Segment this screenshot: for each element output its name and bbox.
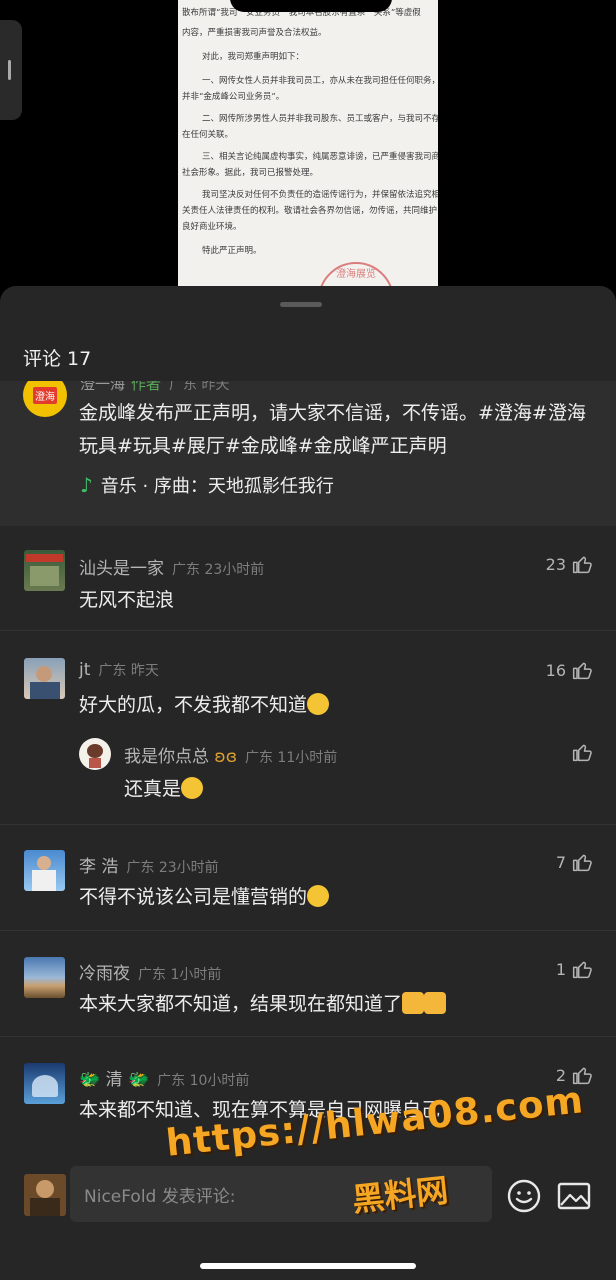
avatar[interactable]: [24, 658, 65, 699]
comment-author[interactable]: 冷雨夜 广东 1小时前: [79, 959, 221, 984]
camera-notch: [230, 0, 392, 12]
divider: [0, 930, 616, 931]
comments-title: 评论 17: [23, 348, 92, 370]
reply-text: 还真是: [124, 774, 204, 801]
thumbs-up-icon: [572, 961, 592, 979]
doc-line: 对此，我司郑重声明如下：: [202, 52, 305, 62]
reply-meta: 广东 11小时前: [244, 750, 338, 766]
grinning-emoji: [307, 885, 330, 907]
like-button[interactable]: 16: [546, 660, 592, 680]
like-button[interactable]: 23: [546, 554, 592, 574]
avatar[interactable]: [24, 1063, 65, 1104]
avatar[interactable]: [24, 850, 65, 891]
author-header: 澄一海 作者 广东 昨天: [80, 381, 229, 394]
seal-text: 澄海展览: [336, 269, 376, 280]
comment-meta: 广东 10小时前: [157, 1073, 250, 1089]
avatar[interactable]: [24, 957, 65, 998]
doc-line: 关责任人法律责任的权利。敬请社会各界勿信谣，勿传谣，共同维护: [182, 206, 438, 216]
doc-line: 良好商业环境。: [182, 222, 242, 232]
comment-text: 好大的瓜，不发我都不知道: [79, 690, 330, 717]
author-post: 澄海 澄一海 作者 广东 昨天 金成峰发布严正声明，请大家不信谣，不传谣。#澄海#澄…: [0, 381, 616, 526]
reply-avatar[interactable]: [79, 738, 111, 770]
emoji-icon[interactable]: [506, 1178, 542, 1214]
comment-author[interactable]: 李 浩广东 23小时前: [79, 852, 219, 877]
comment-meta: 广东 1小时前: [138, 967, 222, 983]
doc-line: 社会形象。据此，我司已报警处理。: [182, 168, 319, 178]
my-avatar[interactable]: [24, 1174, 66, 1216]
laughing-tears-emoji: [307, 693, 330, 715]
like-count: 16: [545, 660, 566, 680]
thumbs-up-icon: [572, 744, 592, 762]
thumbs-up-icon: [572, 854, 592, 872]
divider: [0, 630, 616, 631]
divider: [0, 824, 616, 825]
doc-line: 特此严正声明。: [202, 246, 262, 256]
doc-line: 一、网传女性人员并非我司员工，亦从未在我司担任任何职务，: [202, 76, 438, 86]
author-meta: 广东 昨天: [169, 381, 230, 393]
comment-input-bar: NiceFold 发表评论:: [0, 1150, 616, 1280]
like-button[interactable]: 7: [556, 852, 592, 872]
thumbs-up-emoji: [424, 992, 447, 1014]
comment-meta: 广东 23小时前: [126, 860, 219, 876]
author-name[interactable]: 澄一海: [80, 381, 125, 393]
thumbs-up-emoji: [402, 992, 425, 1014]
thumbs-up-icon: [572, 556, 592, 574]
thumbs-up-icon: [572, 662, 592, 680]
author-post-text: 金成峰发布严正声明，请大家不信谣，不传谣。#澄海#澄海玩具#玩具#展厅#金成峰#…: [79, 402, 586, 457]
like-button[interactable]: 1: [556, 959, 592, 979]
doc-line: 我司坚决反对任何不负责任的造谣传谣行为，并保留依法追究相: [202, 190, 438, 200]
comment-text: 本来大家都不知道，结果现在都知道了: [79, 989, 447, 1016]
sheet-grabber[interactable]: [280, 302, 322, 307]
comment-author[interactable]: 汕头是一家 广东 23小时前: [79, 554, 264, 579]
ribbon-icon: ʚɞ: [214, 747, 237, 767]
reply-author[interactable]: 我是你点总 ʚɞ 广东 11小时前: [124, 742, 337, 767]
avatar[interactable]: [24, 550, 65, 591]
comment-meta: 广东 23小时前: [172, 562, 265, 578]
author-tag: 作者: [131, 381, 162, 393]
statement-document[interactable]: 散布所谓“我司”“安业务员”“我司本名股东有直系”“关系”等虚假 内容，严重损害…: [178, 0, 438, 300]
doc-line: 内容，严重损害我司声誉及合法权益。: [182, 28, 327, 38]
dragon-icon: 🐲: [127, 1070, 150, 1090]
music-link[interactable]: ♪ 音乐 · 序曲：天地孤影任我行: [80, 472, 334, 498]
comment-text: 不得不说该公司是懂营销的: [79, 882, 330, 909]
doc-line: 二、网传所涉男性人员并非我司股东、员工或客户，与我司不存: [202, 114, 438, 124]
comment-text: 无风不起浪: [79, 589, 175, 611]
like-count: 7: [555, 852, 566, 872]
comment-input-placeholder: NiceFold 发表评论:: [84, 1187, 236, 1207]
like-count: 1: [555, 959, 566, 979]
image-icon[interactable]: [556, 1178, 592, 1214]
doc-line: 三、相关言论纯属虚构事实，纯属恶意诽谤，已严重侵害我司商誉及: [202, 152, 438, 162]
comment-meta: 广东 昨天: [98, 663, 159, 679]
side-drawer-handle[interactable]: [0, 20, 22, 120]
comment-author[interactable]: 🐲 清 🐲 广东 10小时前: [79, 1065, 249, 1090]
music-note-icon: ♪: [80, 473, 93, 497]
comment-author[interactable]: jt 广东 昨天: [79, 660, 159, 680]
document-preview: 散布所谓“我司”“安业务员”“我司本名股东有直系”“关系”等虚假 内容，严重损害…: [0, 0, 616, 300]
like-count: 23: [545, 554, 566, 574]
home-indicator[interactable]: [200, 1263, 416, 1269]
doc-line: 并非“金成峰公司业务员”。: [182, 92, 285, 102]
dragon-icon: 🐲: [79, 1070, 101, 1090]
music-label: 音乐 · 序曲：天地孤影任我行: [100, 476, 334, 497]
doc-line: 在任何关联。: [182, 130, 234, 140]
laughing-tears-emoji: [181, 777, 204, 799]
like-button[interactable]: [566, 742, 592, 762]
divider: [0, 1036, 616, 1037]
author-avatar[interactable]: 澄海: [23, 381, 67, 417]
